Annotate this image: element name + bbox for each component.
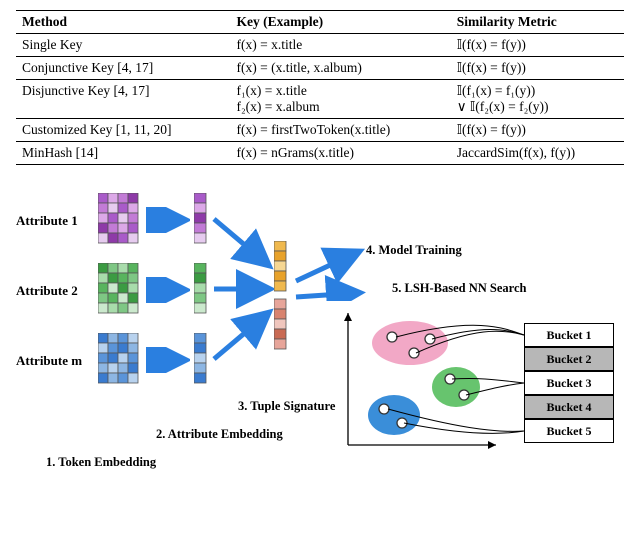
label-attrm: Attribute m bbox=[16, 353, 82, 369]
table-row: Disjunctive Key [4, 17] f₁(x) = x.title … bbox=[16, 80, 624, 119]
attr-embed-3 bbox=[194, 333, 208, 396]
step4: 4. Model Training bbox=[366, 243, 462, 258]
arrow-icon bbox=[146, 277, 190, 303]
table-row: Conjunctive Key [4, 17] f(x) = (x.title,… bbox=[16, 57, 624, 80]
token-grid-3 bbox=[98, 333, 142, 396]
arrow-icon bbox=[146, 207, 190, 233]
step2: 2. Attribute Embedding bbox=[156, 427, 283, 442]
bucket: Bucket 3 bbox=[524, 371, 614, 395]
col-method: Method bbox=[16, 11, 230, 34]
table-row: MinHash [14] f(x) = nGrams(x.title) Jacc… bbox=[16, 142, 624, 165]
bucket: Bucket 4 bbox=[524, 395, 614, 419]
bucket: Bucket 5 bbox=[524, 419, 614, 443]
arrow-icon bbox=[210, 193, 280, 393]
step5: 5. LSH-Based NN Search bbox=[392, 281, 527, 296]
token-grid-2 bbox=[98, 263, 142, 326]
step3: 3. Tuple Signature bbox=[238, 399, 335, 414]
token-grid-1 bbox=[98, 193, 142, 256]
arrow-icon bbox=[292, 245, 372, 301]
label-attr2: Attribute 2 bbox=[16, 283, 78, 299]
label-attr1: Attribute 1 bbox=[16, 213, 78, 229]
methods-table: Method Key (Example) Similarity Metric S… bbox=[16, 10, 624, 165]
attr-embed-2 bbox=[194, 263, 208, 326]
pipeline-figure: Attribute 1 Attribute 2 Attribute m bbox=[16, 175, 624, 485]
tuple-signature bbox=[274, 241, 288, 356]
bucket-list: Bucket 1 Bucket 2 Bucket 3 Bucket 4 Buck… bbox=[524, 323, 614, 443]
bucket: Bucket 2 bbox=[524, 347, 614, 371]
table-row: Single Key f(x) = x.title 𝕀(f(x) = f(y)) bbox=[16, 34, 624, 57]
attr-embed-1 bbox=[194, 193, 208, 256]
step1: 1. Token Embedding bbox=[46, 455, 156, 470]
table-row: Customized Key [1, 11, 20] f(x) = firstT… bbox=[16, 119, 624, 142]
bucket: Bucket 1 bbox=[524, 323, 614, 347]
cluster-plot bbox=[334, 307, 504, 462]
arrow-icon bbox=[146, 347, 190, 373]
col-sim: Similarity Metric bbox=[451, 11, 624, 34]
col-key: Key (Example) bbox=[230, 11, 450, 34]
